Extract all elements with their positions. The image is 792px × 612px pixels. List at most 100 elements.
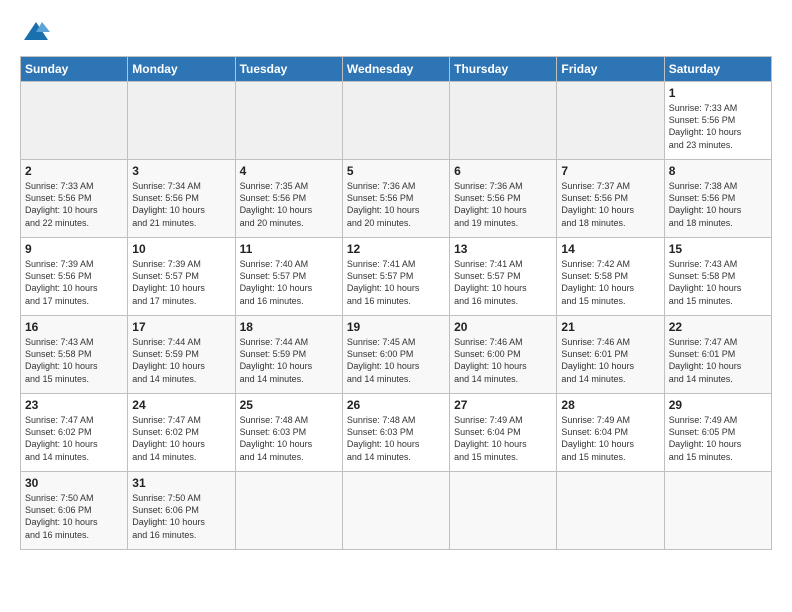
calendar-week-5: 23Sunrise: 7:47 AM Sunset: 6:02 PM Dayli…: [21, 394, 772, 472]
calendar-cell: 24Sunrise: 7:47 AM Sunset: 6:02 PM Dayli…: [128, 394, 235, 472]
col-header-sunday: Sunday: [21, 57, 128, 82]
calendar-week-2: 2Sunrise: 7:33 AM Sunset: 5:56 PM Daylig…: [21, 160, 772, 238]
calendar-cell: 17Sunrise: 7:44 AM Sunset: 5:59 PM Dayli…: [128, 316, 235, 394]
calendar-cell: 21Sunrise: 7:46 AM Sunset: 6:01 PM Dayli…: [557, 316, 664, 394]
day-info: Sunrise: 7:46 AM Sunset: 6:00 PM Dayligh…: [454, 336, 552, 385]
day-info: Sunrise: 7:36 AM Sunset: 5:56 PM Dayligh…: [347, 180, 445, 229]
day-info: Sunrise: 7:46 AM Sunset: 6:01 PM Dayligh…: [561, 336, 659, 385]
day-number: 21: [561, 319, 659, 335]
calendar-cell: 3Sunrise: 7:34 AM Sunset: 5:56 PM Daylig…: [128, 160, 235, 238]
day-info: Sunrise: 7:36 AM Sunset: 5:56 PM Dayligh…: [454, 180, 552, 229]
calendar-cell: 5Sunrise: 7:36 AM Sunset: 5:56 PM Daylig…: [342, 160, 449, 238]
day-number: 4: [240, 163, 338, 179]
day-info: Sunrise: 7:47 AM Sunset: 6:01 PM Dayligh…: [669, 336, 767, 385]
day-number: 20: [454, 319, 552, 335]
col-header-tuesday: Tuesday: [235, 57, 342, 82]
calendar-cell: [557, 472, 664, 550]
col-header-saturday: Saturday: [664, 57, 771, 82]
day-info: Sunrise: 7:43 AM Sunset: 5:58 PM Dayligh…: [25, 336, 123, 385]
calendar-cell: [557, 82, 664, 160]
day-info: Sunrise: 7:38 AM Sunset: 5:56 PM Dayligh…: [669, 180, 767, 229]
day-number: 18: [240, 319, 338, 335]
day-info: Sunrise: 7:49 AM Sunset: 6:04 PM Dayligh…: [561, 414, 659, 463]
calendar-cell: 18Sunrise: 7:44 AM Sunset: 5:59 PM Dayli…: [235, 316, 342, 394]
day-number: 2: [25, 163, 123, 179]
day-number: 10: [132, 241, 230, 257]
day-number: 14: [561, 241, 659, 257]
calendar-week-6: 30Sunrise: 7:50 AM Sunset: 6:06 PM Dayli…: [21, 472, 772, 550]
day-info: Sunrise: 7:49 AM Sunset: 6:05 PM Dayligh…: [669, 414, 767, 463]
day-info: Sunrise: 7:41 AM Sunset: 5:57 PM Dayligh…: [347, 258, 445, 307]
calendar-cell: 19Sunrise: 7:45 AM Sunset: 6:00 PM Dayli…: [342, 316, 449, 394]
day-info: Sunrise: 7:33 AM Sunset: 5:56 PM Dayligh…: [669, 102, 767, 151]
day-info: Sunrise: 7:50 AM Sunset: 6:06 PM Dayligh…: [132, 492, 230, 541]
day-number: 3: [132, 163, 230, 179]
calendar-cell: 15Sunrise: 7:43 AM Sunset: 5:58 PM Dayli…: [664, 238, 771, 316]
calendar-cell: 23Sunrise: 7:47 AM Sunset: 6:02 PM Dayli…: [21, 394, 128, 472]
day-info: Sunrise: 7:35 AM Sunset: 5:56 PM Dayligh…: [240, 180, 338, 229]
day-number: 19: [347, 319, 445, 335]
day-number: 13: [454, 241, 552, 257]
calendar-cell: [450, 82, 557, 160]
calendar-cell: 20Sunrise: 7:46 AM Sunset: 6:00 PM Dayli…: [450, 316, 557, 394]
day-number: 26: [347, 397, 445, 413]
day-info: Sunrise: 7:39 AM Sunset: 5:56 PM Dayligh…: [25, 258, 123, 307]
day-info: Sunrise: 7:50 AM Sunset: 6:06 PM Dayligh…: [25, 492, 123, 541]
day-number: 25: [240, 397, 338, 413]
header: [20, 18, 772, 46]
calendar-cell: 8Sunrise: 7:38 AM Sunset: 5:56 PM Daylig…: [664, 160, 771, 238]
calendar-cell: 16Sunrise: 7:43 AM Sunset: 5:58 PM Dayli…: [21, 316, 128, 394]
day-info: Sunrise: 7:43 AM Sunset: 5:58 PM Dayligh…: [669, 258, 767, 307]
day-number: 15: [669, 241, 767, 257]
day-info: Sunrise: 7:44 AM Sunset: 5:59 PM Dayligh…: [132, 336, 230, 385]
day-info: Sunrise: 7:34 AM Sunset: 5:56 PM Dayligh…: [132, 180, 230, 229]
calendar-cell: [450, 472, 557, 550]
day-number: 27: [454, 397, 552, 413]
day-info: Sunrise: 7:45 AM Sunset: 6:00 PM Dayligh…: [347, 336, 445, 385]
day-number: 16: [25, 319, 123, 335]
calendar-cell: 27Sunrise: 7:49 AM Sunset: 6:04 PM Dayli…: [450, 394, 557, 472]
day-info: Sunrise: 7:42 AM Sunset: 5:58 PM Dayligh…: [561, 258, 659, 307]
day-info: Sunrise: 7:41 AM Sunset: 5:57 PM Dayligh…: [454, 258, 552, 307]
day-number: 1: [669, 85, 767, 101]
logo: [20, 18, 50, 46]
day-number: 28: [561, 397, 659, 413]
calendar-cell: [128, 82, 235, 160]
day-number: 22: [669, 319, 767, 335]
day-number: 31: [132, 475, 230, 491]
calendar-cell: [342, 472, 449, 550]
day-number: 23: [25, 397, 123, 413]
calendar-cell: 12Sunrise: 7:41 AM Sunset: 5:57 PM Dayli…: [342, 238, 449, 316]
calendar-week-1: 1Sunrise: 7:33 AM Sunset: 5:56 PM Daylig…: [21, 82, 772, 160]
calendar-cell: 10Sunrise: 7:39 AM Sunset: 5:57 PM Dayli…: [128, 238, 235, 316]
calendar-cell: 11Sunrise: 7:40 AM Sunset: 5:57 PM Dayli…: [235, 238, 342, 316]
day-info: Sunrise: 7:37 AM Sunset: 5:56 PM Dayligh…: [561, 180, 659, 229]
calendar-table: SundayMondayTuesdayWednesdayThursdayFrid…: [20, 56, 772, 550]
col-header-wednesday: Wednesday: [342, 57, 449, 82]
col-header-monday: Monday: [128, 57, 235, 82]
calendar-cell: 2Sunrise: 7:33 AM Sunset: 5:56 PM Daylig…: [21, 160, 128, 238]
day-info: Sunrise: 7:33 AM Sunset: 5:56 PM Dayligh…: [25, 180, 123, 229]
logo-icon: [22, 18, 50, 46]
calendar-cell: 13Sunrise: 7:41 AM Sunset: 5:57 PM Dayli…: [450, 238, 557, 316]
day-info: Sunrise: 7:40 AM Sunset: 5:57 PM Dayligh…: [240, 258, 338, 307]
calendar-cell: 7Sunrise: 7:37 AM Sunset: 5:56 PM Daylig…: [557, 160, 664, 238]
calendar-cell: 31Sunrise: 7:50 AM Sunset: 6:06 PM Dayli…: [128, 472, 235, 550]
calendar-cell: 6Sunrise: 7:36 AM Sunset: 5:56 PM Daylig…: [450, 160, 557, 238]
day-info: Sunrise: 7:44 AM Sunset: 5:59 PM Dayligh…: [240, 336, 338, 385]
day-number: 6: [454, 163, 552, 179]
day-number: 24: [132, 397, 230, 413]
calendar-cell: 9Sunrise: 7:39 AM Sunset: 5:56 PM Daylig…: [21, 238, 128, 316]
calendar-cell: 22Sunrise: 7:47 AM Sunset: 6:01 PM Dayli…: [664, 316, 771, 394]
calendar-cell: 1Sunrise: 7:33 AM Sunset: 5:56 PM Daylig…: [664, 82, 771, 160]
day-info: Sunrise: 7:48 AM Sunset: 6:03 PM Dayligh…: [240, 414, 338, 463]
day-info: Sunrise: 7:48 AM Sunset: 6:03 PM Dayligh…: [347, 414, 445, 463]
calendar-cell: [342, 82, 449, 160]
calendar-cell: [235, 82, 342, 160]
day-number: 5: [347, 163, 445, 179]
calendar-cell: 26Sunrise: 7:48 AM Sunset: 6:03 PM Dayli…: [342, 394, 449, 472]
calendar-cell: 28Sunrise: 7:49 AM Sunset: 6:04 PM Dayli…: [557, 394, 664, 472]
col-header-friday: Friday: [557, 57, 664, 82]
calendar-header-row: SundayMondayTuesdayWednesdayThursdayFrid…: [21, 57, 772, 82]
calendar-cell: 30Sunrise: 7:50 AM Sunset: 6:06 PM Dayli…: [21, 472, 128, 550]
